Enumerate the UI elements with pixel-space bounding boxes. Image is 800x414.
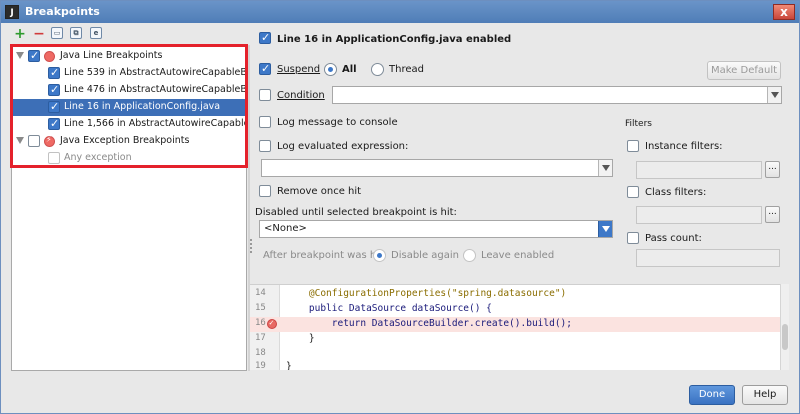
code-line: 19 } [255,361,292,370]
remove-once-hit-checkbox[interactable] [259,185,271,197]
after-hit-label: After breakpoint was hit [263,250,383,261]
log-expression-dropdown-icon[interactable] [598,160,612,176]
log-expression-label: Log evaluated expression: [277,141,409,152]
log-message-checkbox[interactable] [259,116,271,128]
close-button[interactable]: x [773,4,795,20]
suspend-thread-label: Thread [389,64,424,75]
condition-checkbox[interactable] [259,89,271,101]
breakpoints-toolbar: + − ▭ ⧉ e [11,26,247,44]
breakpoints-dialog: J Breakpoints x + − ▭ ⧉ e Java Line Brea… [0,0,800,414]
title-bar[interactable]: J Breakpoints x [1,1,799,23]
suspend-all-radio[interactable] [324,63,337,76]
group-by-class-icon[interactable]: ⧉ [70,27,82,39]
pass-count-label: Pass count: [645,233,702,244]
editor-scrollbar-thumb[interactable] [782,324,788,350]
pass-count-input[interactable] [636,249,780,267]
remove-icon[interactable]: − [32,27,46,41]
group-by-package-icon[interactable]: ▭ [51,27,63,39]
leave-enabled-label: Leave enabled [481,250,555,261]
instance-filters-label: Instance filters: [645,141,723,152]
enabled-checkbox-wrap [259,31,273,46]
code-line: 14 @ConfigurationProperties("spring.data… [255,288,567,299]
view-source-icon[interactable]: e [90,27,102,39]
instance-filters-browse-button[interactable]: ... [765,161,780,178]
done-button[interactable]: Done [689,385,735,405]
class-filters-checkbox[interactable] [627,186,639,198]
class-filters-label: Class filters: [645,187,707,198]
instance-filters-input[interactable] [636,161,762,179]
leave-enabled-radio[interactable] [463,249,476,262]
filters-section-title: Filters [625,119,652,129]
breakpoint-header: Line 16 in ApplicationConfig.java enable… [277,34,512,45]
disable-again-label: Disable again [391,250,459,261]
suspend-all-label: All [342,64,357,75]
condition-input[interactable] [332,86,782,104]
suspend-checkbox[interactable] [259,62,271,75]
disable-again-radio[interactable] [373,249,386,262]
window-title: Breakpoints [25,5,100,18]
disabled-until-select[interactable]: <None> [259,220,613,238]
source-preview-editor[interactable]: 14 @ConfigurationProperties("spring.data… [250,284,788,370]
disabled-until-dropdown-icon[interactable] [598,221,612,237]
log-message-label: Log message to console [277,117,398,128]
enabled-checkbox[interactable] [259,31,271,44]
help-button[interactable]: Help [742,385,788,405]
code-line: 17 } [255,333,315,344]
class-filters-browse-button[interactable]: ... [765,206,780,223]
splitter-grip-icon[interactable] [250,237,254,257]
code-line: 15 public DataSource dataSource() { [255,303,492,314]
disabled-until-value: <None> [264,223,307,234]
condition-dropdown-icon[interactable] [767,87,781,103]
annotation-highlight-box [10,44,248,168]
suspend-label: Suspend [277,64,321,75]
log-expression-checkbox[interactable] [259,140,271,152]
instance-filters-checkbox[interactable] [627,140,639,152]
add-icon[interactable]: + [13,27,27,41]
condition-label: Condition [277,90,325,101]
class-filters-input[interactable] [636,206,762,224]
make-default-button[interactable]: Make Default [707,61,781,80]
disabled-until-label: Disabled until selected breakpoint is hi… [255,207,457,218]
log-expression-input[interactable] [261,159,613,177]
intellij-app-icon: J [5,5,19,19]
suspend-thread-radio[interactable] [371,63,384,76]
pass-count-checkbox[interactable] [627,232,639,244]
remove-once-hit-label: Remove once hit [277,186,362,197]
breakpoint-marker-icon[interactable] [267,318,277,329]
editor-scrollbar[interactable] [780,284,789,370]
code-line-breakpoint: 16 return DataSourceBuilder.create().bui… [250,317,788,332]
